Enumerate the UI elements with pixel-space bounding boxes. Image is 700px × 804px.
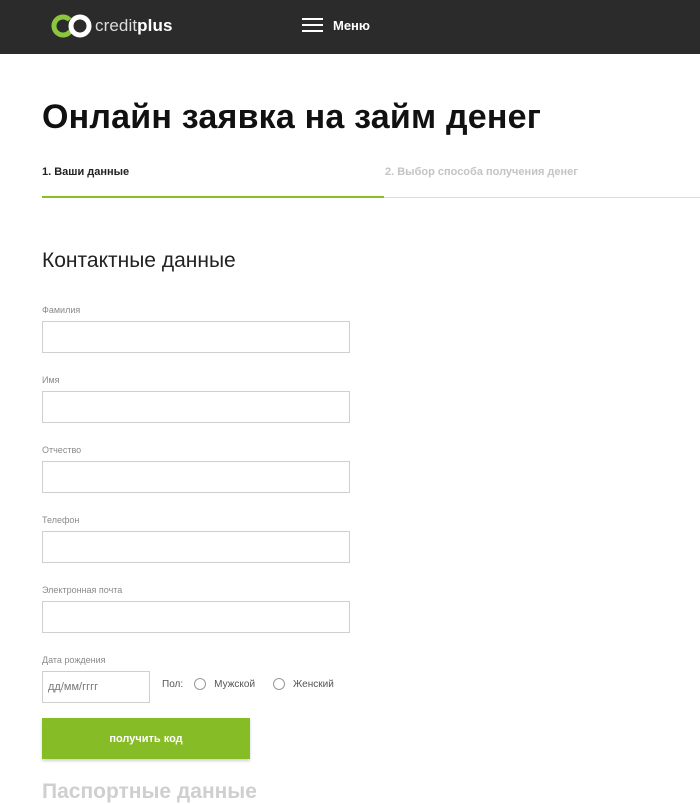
gender-male-option[interactable]: Мужской: [194, 678, 255, 690]
gender-female-option[interactable]: Женский: [273, 678, 334, 690]
first-name-input[interactable]: [42, 391, 350, 423]
passport-section-title: Паспортные данные: [42, 780, 257, 803]
gender-label: Пол:: [162, 678, 184, 690]
steps-progress-fill: [42, 196, 384, 198]
last-name-label: Фамилия: [42, 305, 81, 315]
step-money-method: 2. Выбор способа получения денег: [385, 166, 578, 178]
gender-group: Пол: Мужской Женский: [162, 676, 352, 692]
phone-input[interactable]: [42, 531, 350, 563]
email-label: Электронная почта: [42, 585, 123, 595]
steps-progress-bar: 1. Ваши данные 2. Выбор способа получени…: [42, 166, 700, 200]
get-code-button[interactable]: получить код: [42, 718, 250, 759]
menu-hamburger-icon: [302, 17, 323, 33]
contact-section-title: Контактные данные: [42, 249, 236, 272]
email-input[interactable]: [42, 601, 350, 633]
patronymic-input[interactable]: [42, 461, 350, 493]
step-personal-data[interactable]: 1. Ваши данные: [42, 166, 129, 178]
first-name-label: Имя: [42, 375, 60, 385]
page-title: Онлайн заявка на займ денег: [42, 98, 542, 136]
gender-male-label: Мужской: [214, 678, 256, 690]
logo-text-plus: plus: [137, 16, 173, 35]
top-bar: creditplus Меню: [0, 0, 700, 54]
patronymic-label: Отчество: [42, 445, 82, 455]
logo[interactable]: creditplus: [51, 13, 173, 39]
gender-male-radio[interactable]: [194, 678, 207, 690]
creditplus-logo-icon: [51, 14, 92, 38]
logo-text: creditplus: [95, 16, 173, 36]
gender-female-label: Женский: [293, 678, 334, 690]
last-name-input[interactable]: [42, 321, 350, 353]
birth-date-label: Дата рождения: [42, 655, 106, 665]
gender-female-radio[interactable]: [273, 678, 286, 690]
phone-label: Телефон: [42, 515, 80, 525]
logo-text-credit: credit: [95, 16, 138, 35]
birth-date-input[interactable]: [42, 671, 150, 703]
menu-button[interactable]: Меню: [302, 14, 370, 36]
menu-label: Меню: [333, 17, 371, 33]
